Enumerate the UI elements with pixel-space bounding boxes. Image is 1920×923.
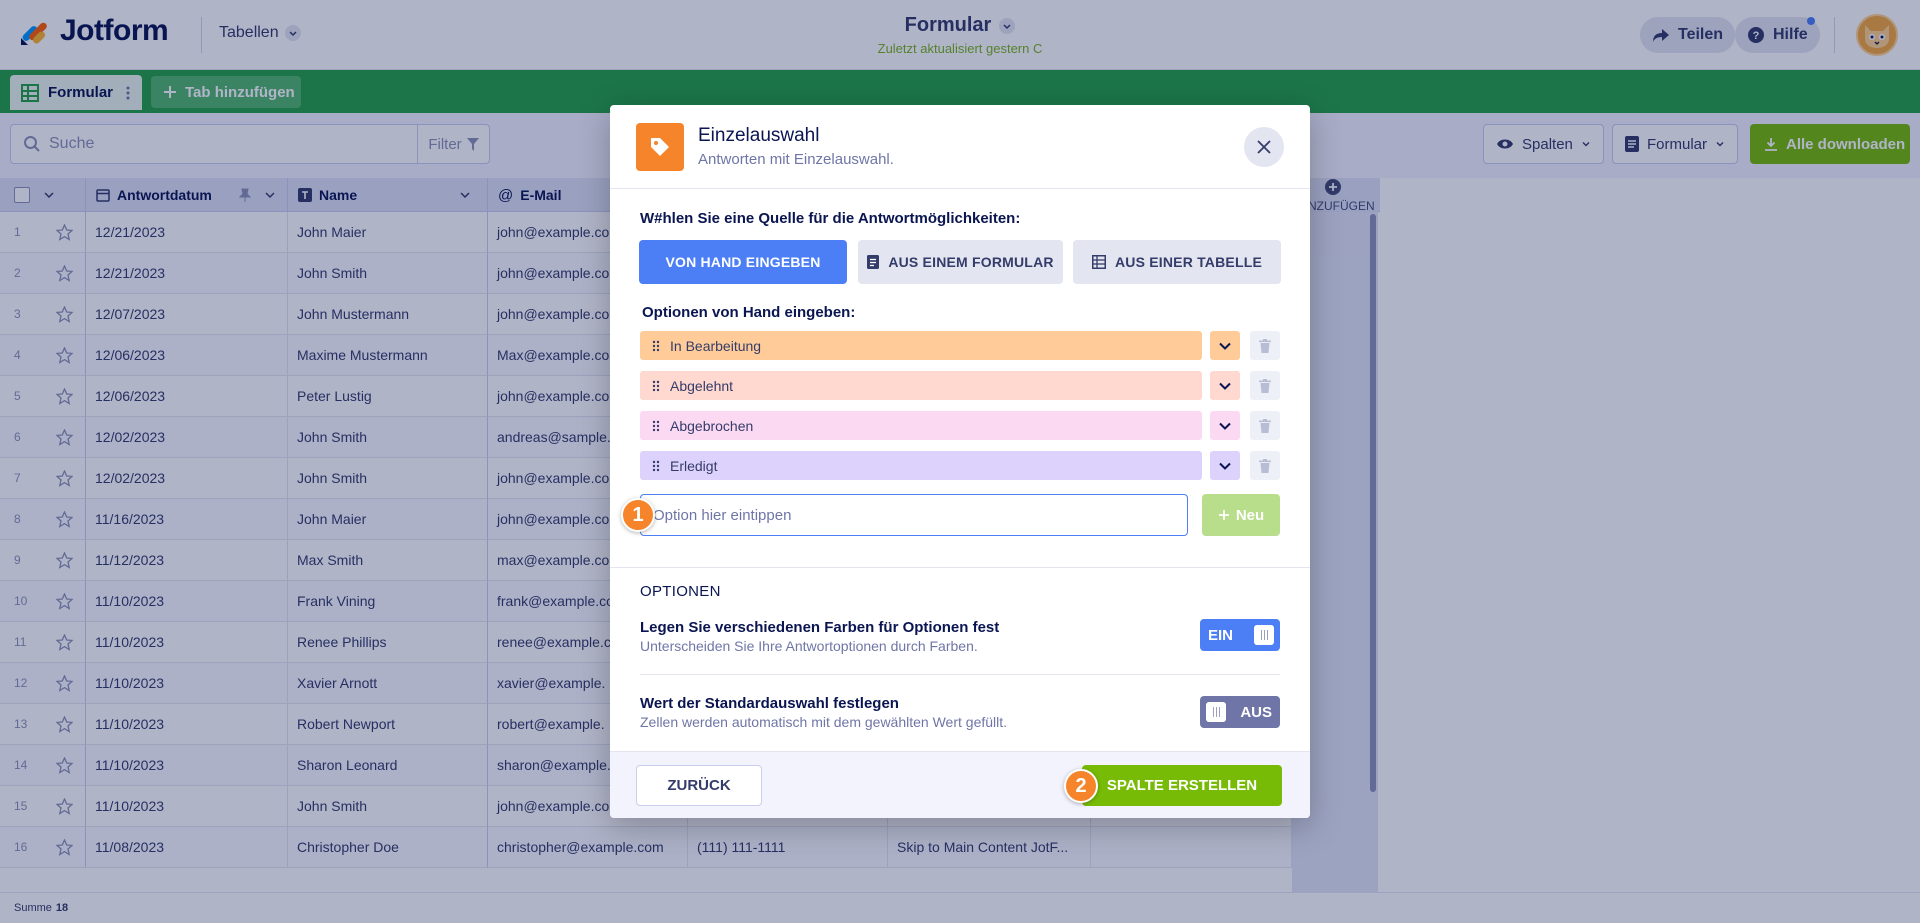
add-option-button[interactable]: Neu [1202, 494, 1280, 536]
dialog-title: Einzelauswahl [698, 125, 820, 146]
create-column-button[interactable]: SPALTE ERSTELLEN [1082, 765, 1282, 806]
option-label: Abgelehnt [670, 377, 734, 394]
chevron-down-icon [1219, 342, 1231, 350]
form-document-icon [867, 255, 880, 269]
option-color-dropdown[interactable] [1210, 371, 1240, 400]
options-label: Optionen von Hand eingeben: [642, 304, 856, 321]
source-manual-label: VON HAND EINGEBEN [665, 254, 821, 270]
option-row: Abgebrochen [640, 411, 1282, 440]
delete-option-button[interactable] [1250, 371, 1280, 400]
option-label: In Bearbeitung [670, 337, 762, 354]
option-label: Erledigt [670, 457, 718, 474]
chevron-down-icon [1219, 422, 1231, 430]
option-field[interactable]: Abgebrochen [640, 411, 1202, 440]
back-label: ZURÜCK [667, 777, 731, 794]
setting-divider [640, 674, 1280, 675]
option-color-dropdown[interactable] [1210, 451, 1240, 480]
drag-handle-icon[interactable] [652, 340, 660, 352]
option-color-dropdown[interactable] [1210, 331, 1240, 360]
step-badge-1: 1 [621, 498, 655, 532]
color-setting-title: Legen Sie verschiedenen Farben für Optio… [640, 619, 1000, 636]
plus-icon [1218, 510, 1229, 520]
drag-handle-icon[interactable] [652, 380, 660, 392]
new-option-placeholder: Option hier eintippen [653, 506, 792, 524]
source-form-button[interactable]: AUS EINEM FORMULAR [858, 240, 1063, 284]
option-color-dropdown[interactable] [1210, 411, 1240, 440]
options-section-title: OPTIONEN [640, 583, 721, 600]
default-setting-title: Wert der Standardauswahl festlegen [640, 695, 899, 712]
chevron-down-icon [1219, 462, 1231, 470]
section-divider [610, 567, 1310, 568]
option-label: Abgebrochen [670, 417, 754, 434]
option-field[interactable]: In Bearbeitung [640, 331, 1202, 360]
default-toggle[interactable]: AUS [1200, 696, 1280, 728]
chevron-down-icon [1219, 382, 1231, 390]
table-grid-icon [1091, 255, 1106, 269]
dialog-header: Einzelauswahl Antworten mit Einzelauswah… [610, 105, 1310, 189]
toggle-state: EIN [1208, 626, 1234, 644]
toggle-knob [1254, 625, 1274, 645]
toggle-knob [1206, 702, 1226, 722]
option-row: Erledigt [640, 451, 1282, 480]
trash-icon [1259, 378, 1271, 393]
option-row: Abgelehnt [640, 371, 1282, 400]
add-option-label: Neu [1235, 506, 1265, 524]
option-field[interactable]: Erledigt [640, 451, 1202, 480]
source-table-button[interactable]: AUS EINER TABELLE [1073, 240, 1281, 284]
close-button[interactable] [1244, 127, 1284, 167]
back-button[interactable]: ZURÜCK [636, 765, 762, 806]
option-row: In Bearbeitung [640, 331, 1282, 360]
color-toggle[interactable]: EIN [1200, 619, 1280, 651]
delete-option-button[interactable] [1250, 411, 1280, 440]
tag-icon [636, 123, 684, 171]
close-icon [1257, 140, 1271, 154]
step-badge-2: 2 [1064, 769, 1098, 803]
default-setting-description: Zellen werden automatisch mit dem gewähl… [640, 714, 1008, 730]
source-table-label: AUS EINER TABELLE [1114, 254, 1263, 270]
drag-handle-icon[interactable] [652, 460, 660, 472]
dialog-subtitle: Antworten mit Einzelauswahl. [698, 151, 894, 168]
new-option-input[interactable]: Option hier eintippen [640, 494, 1188, 536]
trash-icon [1259, 418, 1271, 433]
toggle-state: AUS [1240, 703, 1272, 721]
trash-icon [1259, 338, 1271, 353]
drag-handle-icon[interactable] [652, 420, 660, 432]
trash-icon [1259, 458, 1271, 473]
delete-option-button[interactable] [1250, 451, 1280, 480]
source-manual-button[interactable]: VON HAND EINGEBEN [639, 240, 847, 284]
source-label: W#hlen Sie eine Quelle für die Antwortmö… [640, 210, 1021, 227]
delete-option-button[interactable] [1250, 331, 1280, 360]
create-column-label: SPALTE ERSTELLEN [1106, 777, 1258, 794]
option-field[interactable]: Abgelehnt [640, 371, 1202, 400]
single-choice-dialog: Einzelauswahl Antworten mit Einzelauswah… [610, 105, 1310, 818]
color-setting-description: Unterscheiden Sie Ihre Antwortoptionen d… [640, 638, 978, 654]
source-form-label: AUS EINEM FORMULAR [888, 254, 1054, 270]
dialog-footer: ZURÜCK SPALTE ERSTELLEN [610, 751, 1310, 818]
